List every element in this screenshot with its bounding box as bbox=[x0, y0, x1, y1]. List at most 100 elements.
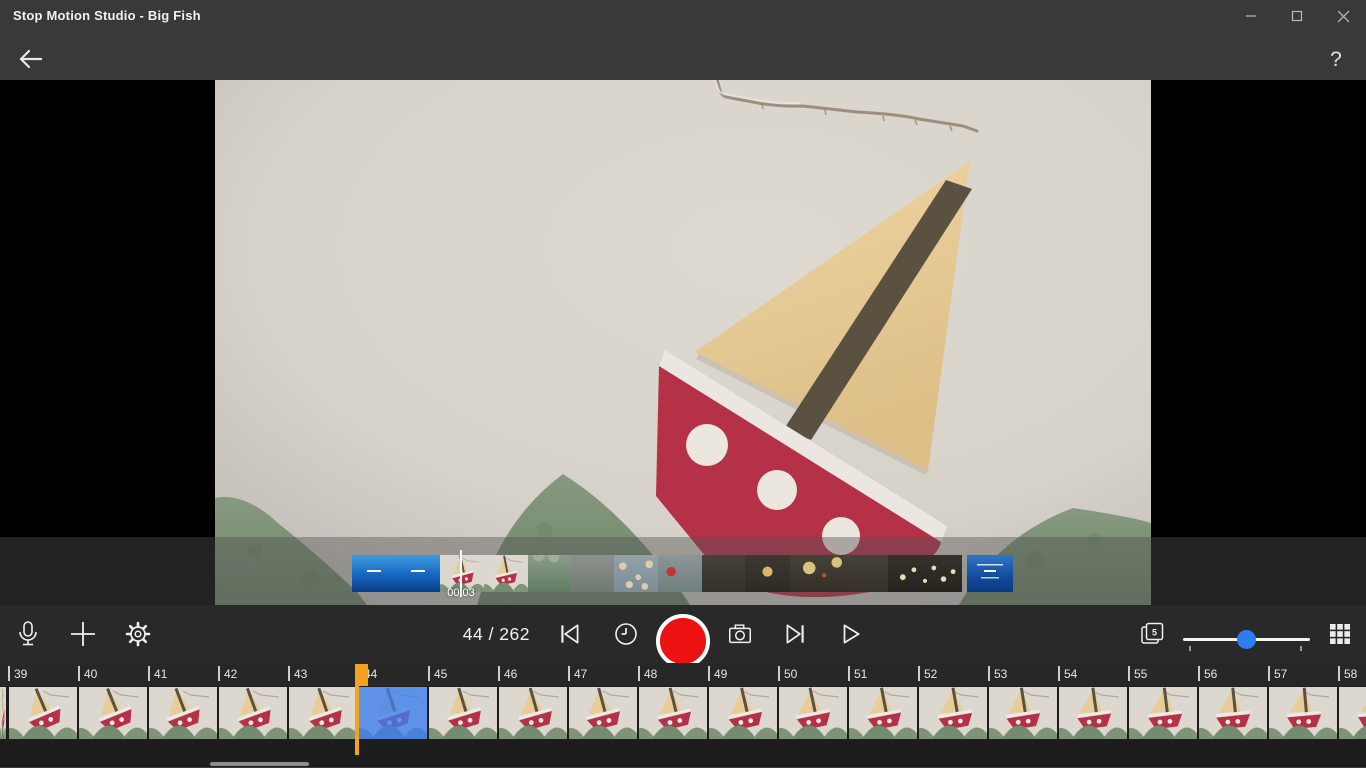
slider-tick bbox=[1189, 646, 1191, 651]
slider-thumb[interactable] bbox=[1237, 630, 1256, 649]
timeline-ruler[interactable]: 3940414243444546474849505152535455565758 bbox=[0, 663, 1366, 686]
timeline-frame-thumbnail[interactable] bbox=[1129, 687, 1197, 739]
plus-icon bbox=[69, 620, 97, 648]
capture-button[interactable] bbox=[718, 612, 762, 656]
ruler-frame-number: 40 bbox=[84, 667, 97, 681]
back-button[interactable] bbox=[12, 42, 48, 78]
timeline-frame-thumbnail[interactable] bbox=[709, 687, 777, 739]
skip-to-end-icon bbox=[782, 621, 808, 647]
filmstrip-thumbnail[interactable] bbox=[790, 555, 845, 592]
ruler-frame-number: 54 bbox=[1064, 667, 1077, 681]
timeline-thumbnails bbox=[0, 687, 1366, 739]
control-bar: 44 / 262 bbox=[0, 605, 1366, 663]
timeline-frame-thumbnail[interactable] bbox=[779, 687, 847, 739]
microphone-icon bbox=[13, 619, 43, 649]
filmstrip-thumbnail[interactable] bbox=[528, 555, 571, 592]
filmstrip-thumbnail[interactable] bbox=[745, 555, 790, 592]
ruler-tick bbox=[988, 666, 990, 681]
titlebar: Stop Motion Studio - Big Fish bbox=[0, 0, 1366, 32]
timeline-frame-thumbnail[interactable] bbox=[1269, 687, 1337, 739]
gear-icon bbox=[123, 619, 153, 649]
timeline-frame-thumbnail[interactable] bbox=[1339, 687, 1366, 739]
add-frame-button[interactable] bbox=[61, 612, 105, 656]
ruler-frame-number: 46 bbox=[504, 667, 517, 681]
play-button[interactable] bbox=[829, 612, 873, 656]
ruler-tick bbox=[498, 666, 500, 681]
timeline-playhead[interactable] bbox=[355, 664, 368, 686]
ruler-frame-number: 56 bbox=[1204, 667, 1217, 681]
ruler-frame-number: 43 bbox=[294, 667, 307, 681]
skip-to-start-button[interactable] bbox=[548, 612, 592, 656]
filmstrip-thumbnail[interactable] bbox=[967, 555, 1013, 592]
ruler-tick bbox=[78, 666, 80, 681]
filmstrip-overlay-band: 00:03 bbox=[0, 537, 1366, 605]
timeline-frame-thumbnail[interactable] bbox=[989, 687, 1057, 739]
filmstrip-thumbnail[interactable] bbox=[614, 555, 658, 592]
timeline-frame-thumbnail[interactable] bbox=[149, 687, 217, 739]
playback-time-label: 00:03 bbox=[426, 587, 496, 599]
timeline-frame-thumbnail[interactable] bbox=[289, 687, 357, 739]
ruler-frame-number: 49 bbox=[714, 667, 727, 681]
ruler-tick bbox=[848, 666, 850, 681]
ruler-frame-number: 50 bbox=[784, 667, 797, 681]
onion-skin-icon: 5 bbox=[1137, 619, 1167, 649]
filmstrip-thumbnail[interactable] bbox=[702, 555, 745, 592]
settings-button[interactable] bbox=[116, 612, 160, 656]
timeline-frame-thumbnail[interactable] bbox=[639, 687, 707, 739]
ruler-tick bbox=[708, 666, 710, 681]
timer-button[interactable] bbox=[604, 612, 648, 656]
skip-to-end-button[interactable] bbox=[773, 612, 817, 656]
timeline-frame-thumbnail[interactable] bbox=[9, 687, 77, 739]
onion-skin-slider[interactable] bbox=[1183, 605, 1310, 663]
close-button[interactable] bbox=[1320, 0, 1366, 32]
ruler-frame-number: 41 bbox=[154, 667, 167, 681]
ruler-frame-number: 47 bbox=[574, 667, 587, 681]
help-button[interactable]: ? bbox=[1320, 42, 1352, 78]
ruler-tick bbox=[1058, 666, 1060, 681]
slider-tick bbox=[1300, 646, 1302, 651]
ruler-tick bbox=[8, 666, 10, 681]
ruler-frame-number: 48 bbox=[644, 667, 657, 681]
timeline-frame-thumbnail[interactable] bbox=[919, 687, 987, 739]
porthole bbox=[757, 470, 797, 510]
maximize-button[interactable] bbox=[1274, 0, 1320, 32]
filmstrip-thumbnail[interactable] bbox=[352, 555, 396, 592]
window-title: Stop Motion Studio - Big Fish bbox=[13, 8, 201, 23]
skip-to-start-icon bbox=[557, 621, 583, 647]
timeline-frame-thumbnail[interactable] bbox=[79, 687, 147, 739]
timeline-frame-thumbnail[interactable] bbox=[1059, 687, 1127, 739]
svg-text:5: 5 bbox=[1152, 627, 1157, 637]
timeline-frame-thumbnail[interactable] bbox=[1199, 687, 1267, 739]
onion-skin-button[interactable]: 5 bbox=[1130, 612, 1174, 656]
filmstrip-thumbnail[interactable] bbox=[658, 555, 702, 592]
timeline-frame-thumbnail[interactable] bbox=[499, 687, 567, 739]
frame-counter: 44 / 262 bbox=[408, 605, 530, 663]
timeline-frame-thumbnail[interactable] bbox=[849, 687, 917, 739]
filmstrip-thumbnail[interactable] bbox=[571, 555, 614, 592]
filmstrip-thumbnail[interactable] bbox=[845, 555, 888, 592]
ruler-tick bbox=[778, 666, 780, 681]
grid-button[interactable] bbox=[1318, 612, 1362, 656]
timeline-frame-thumbnail[interactable] bbox=[219, 687, 287, 739]
timeline-frame-thumbnail[interactable] bbox=[359, 687, 427, 739]
record-button[interactable] bbox=[656, 614, 710, 668]
play-icon bbox=[838, 621, 864, 647]
timeline-scrollbar[interactable] bbox=[210, 762, 309, 766]
maximize-icon bbox=[1291, 10, 1303, 22]
ruler-tick bbox=[1338, 666, 1340, 681]
microphone-button[interactable] bbox=[6, 612, 50, 656]
ruler-tick bbox=[148, 666, 150, 681]
ruler-frame-number: 51 bbox=[854, 667, 867, 681]
ruler-tick bbox=[638, 666, 640, 681]
timeline-frame-thumbnail[interactable] bbox=[0, 687, 6, 739]
filmstrip-thumbnail[interactable] bbox=[888, 555, 962, 592]
timeline-frame-thumbnail[interactable] bbox=[569, 687, 637, 739]
ruler-tick bbox=[218, 666, 220, 681]
timeline-frame-thumbnail[interactable] bbox=[429, 687, 497, 739]
camera-viewport: 00:03 bbox=[0, 80, 1366, 605]
minimize-button[interactable] bbox=[1228, 0, 1274, 32]
back-arrow-icon bbox=[14, 44, 46, 74]
ruler-tick bbox=[568, 666, 570, 681]
header: Stop Motion Studio - Big Fish ? bbox=[0, 0, 1366, 80]
ruler-frame-number: 53 bbox=[994, 667, 1007, 681]
